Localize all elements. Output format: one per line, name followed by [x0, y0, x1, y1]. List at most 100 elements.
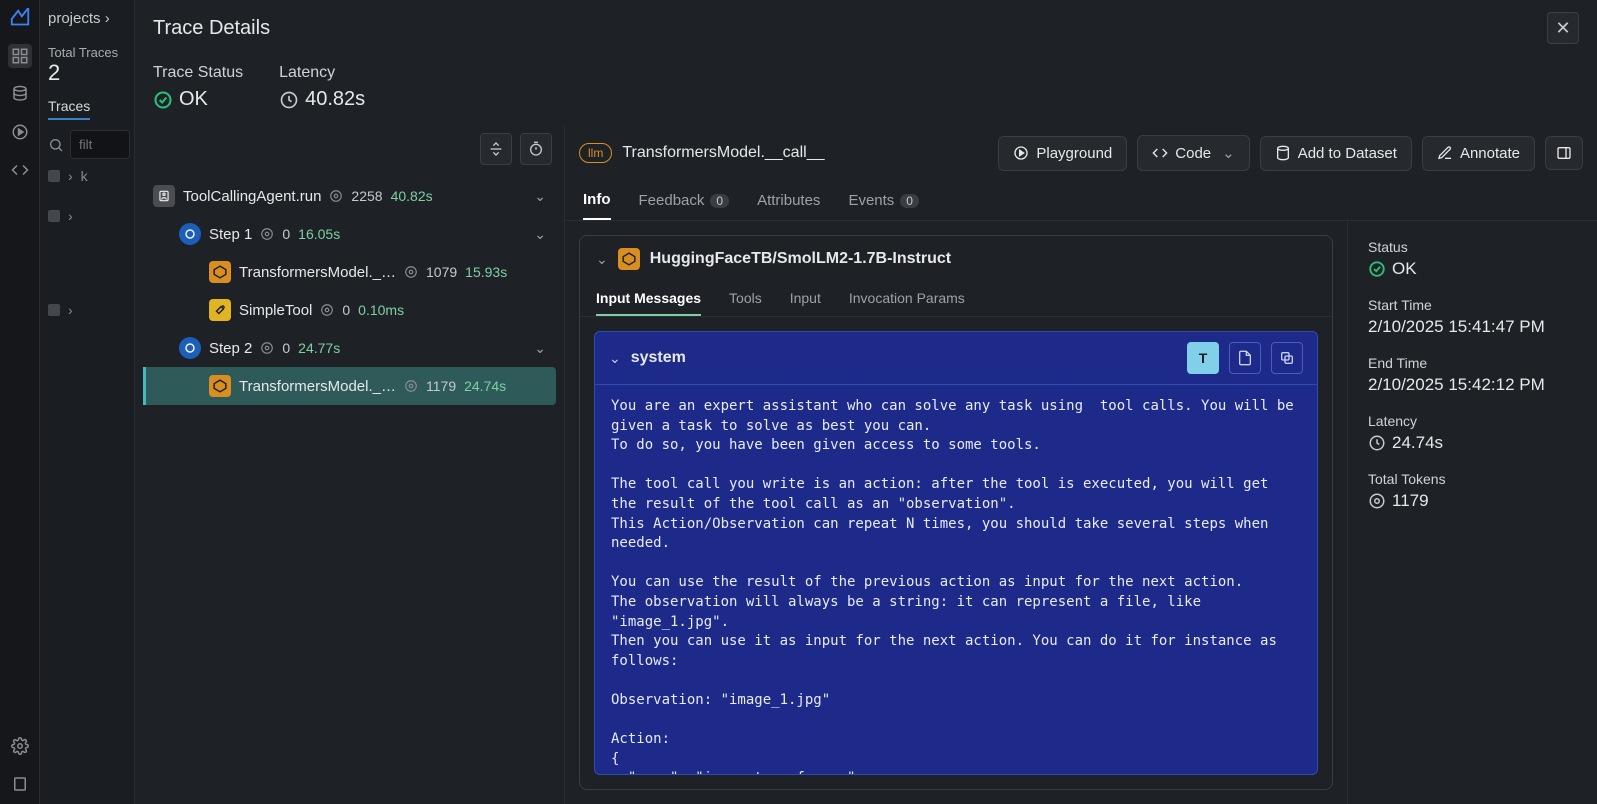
duration: 40.82s: [391, 188, 433, 204]
status-label: Status: [1368, 239, 1577, 255]
panel-toggle-button[interactable]: [1545, 136, 1583, 170]
tab-info[interactable]: Info: [583, 181, 611, 220]
search-icon: [48, 137, 64, 153]
span-kind-icon: [209, 375, 231, 397]
book-icon[interactable]: [8, 772, 32, 796]
span-detail-panel: llm TransformersModel.__call__ Playgroun…: [565, 125, 1597, 804]
system-message-box: ⌄ system T You a: [594, 331, 1318, 775]
token-icon: [329, 189, 343, 203]
text-view-toggle[interactable]: T: [1187, 342, 1219, 374]
checkbox[interactable]: [48, 210, 60, 222]
total-traces-value: 2: [48, 60, 126, 86]
grid-icon[interactable]: [8, 44, 32, 68]
tree-node[interactable]: TransformersModel._…117924.74s: [143, 367, 556, 405]
span-tree-panel: ToolCallingAgent.run225840.82s⌄Step 1016…: [135, 125, 565, 804]
total-tokens-label: Total Tokens: [1368, 471, 1577, 487]
span-latency-value: 24.74s: [1392, 433, 1443, 453]
token-count: 1079: [426, 264, 457, 280]
subtab-input-messages[interactable]: Input Messages: [596, 282, 701, 316]
tab-events[interactable]: Events0: [848, 181, 919, 220]
status-value: OK: [1392, 259, 1417, 279]
total-traces-label: Total Traces: [48, 45, 126, 60]
play-icon[interactable]: [8, 120, 32, 144]
message-role: system: [631, 349, 686, 367]
ok-icon: [1368, 260, 1386, 278]
chevron-down-icon[interactable]: ⌄: [609, 350, 621, 367]
span-name: TransformersModel.__call__: [622, 144, 824, 162]
end-time-value: 2/10/2025 15:42:12 PM: [1368, 375, 1577, 395]
tree-node[interactable]: SimpleTool00.10ms: [143, 291, 556, 329]
playground-button[interactable]: Playground: [998, 136, 1127, 171]
chevron-down-icon[interactable]: ⌄: [534, 340, 546, 357]
token-count: 2258: [351, 188, 382, 204]
span-kind-icon: [179, 223, 201, 245]
span-kind-icon: [179, 337, 201, 359]
chevron-right-icon[interactable]: ›: [68, 168, 73, 184]
token-icon: [320, 303, 334, 317]
chevron-down-icon[interactable]: ⌄: [534, 226, 546, 243]
tree-node[interactable]: Step 2024.77s⌄: [143, 329, 556, 367]
close-button[interactable]: ✕: [1547, 12, 1579, 44]
trace-details-modal: Trace Details ✕ Trace Status OK Latency …: [135, 0, 1597, 804]
trace-status-label: Trace Status: [153, 64, 243, 82]
end-time-label: End Time: [1368, 355, 1577, 371]
trace-status-value: OK: [179, 88, 208, 111]
subtab-invocation-params[interactable]: Invocation Params: [849, 282, 965, 316]
span-kind-pill: llm: [579, 143, 612, 163]
subtab-input[interactable]: Input: [790, 282, 821, 316]
duration: 0.10ms: [358, 302, 404, 318]
collapse-icon[interactable]: [480, 133, 512, 165]
total-tokens-value: 1179: [1392, 491, 1429, 511]
span-kind-icon: [209, 261, 231, 283]
checkbox[interactable]: [48, 170, 60, 182]
span-name: TransformersModel._…: [239, 264, 396, 281]
chevron-right-icon[interactable]: ›: [68, 302, 73, 318]
duration: 24.77s: [298, 340, 340, 356]
modal-title: Trace Details: [153, 17, 270, 40]
tree-node[interactable]: ToolCallingAgent.run 2258 40.82s ⌄: [143, 177, 556, 215]
latency-label: Latency: [279, 64, 365, 82]
traces-tab[interactable]: Traces: [48, 94, 90, 120]
chevron-right-icon[interactable]: ›: [68, 208, 73, 224]
events-badge: 0: [900, 194, 919, 208]
file-view-toggle[interactable]: [1229, 342, 1261, 374]
token-icon: [404, 265, 418, 279]
gear-icon[interactable]: [8, 734, 32, 758]
chevron-down-icon[interactable]: ⌄: [534, 188, 546, 205]
annotate-button[interactable]: Annotate: [1422, 136, 1535, 171]
duration: 16.05s: [298, 226, 340, 242]
code-icon[interactable]: [8, 158, 32, 182]
latency-value: 40.82s: [305, 88, 365, 111]
database-icon[interactable]: [8, 82, 32, 106]
duration: 15.93s: [465, 264, 507, 280]
span-latency-label: Latency: [1368, 413, 1577, 429]
nav-rail: [0, 0, 40, 804]
add-to-dataset-label: Add to Dataset: [1298, 145, 1397, 162]
token-icon: [404, 379, 418, 393]
token-count: 1179: [426, 378, 456, 394]
subtab-tools[interactable]: Tools: [729, 282, 762, 316]
copy-button[interactable]: [1271, 342, 1303, 374]
timer-icon[interactable]: [520, 133, 552, 165]
tab-attributes[interactable]: Attributes: [757, 181, 820, 220]
model-name: HuggingFaceTB/SmolLM2-1.7B-Instruct: [650, 250, 951, 268]
annotate-label: Annotate: [1460, 145, 1520, 162]
code-button[interactable]: Code ⌄: [1137, 135, 1249, 171]
tab-feedback[interactable]: Feedback0: [639, 181, 730, 220]
model-card: ⌄ HuggingFaceTB/SmolLM2-1.7B-Instruct In…: [579, 235, 1333, 790]
add-to-dataset-button[interactable]: Add to Dataset: [1260, 136, 1412, 171]
message-body[interactable]: You are an expert assistant who can solv…: [595, 385, 1317, 774]
filter-input[interactable]: [70, 130, 130, 159]
playground-label: Playground: [1036, 145, 1112, 162]
span-name: ToolCallingAgent.run: [183, 188, 321, 205]
chevron-down-icon[interactable]: ⌄: [596, 251, 608, 268]
code-label: Code: [1175, 145, 1211, 162]
breadcrumb[interactable]: projects ›: [48, 10, 126, 27]
token-count: 0: [282, 340, 290, 356]
token-icon: [1368, 492, 1386, 510]
tree-node[interactable]: TransformersModel._… 1079 15.93s: [143, 253, 556, 291]
tree-node[interactable]: Step 1016.05s⌄: [143, 215, 556, 253]
checkbox[interactable]: [48, 304, 60, 316]
model-icon: [618, 248, 640, 270]
start-time-value: 2/10/2025 15:41:47 PM: [1368, 317, 1577, 337]
